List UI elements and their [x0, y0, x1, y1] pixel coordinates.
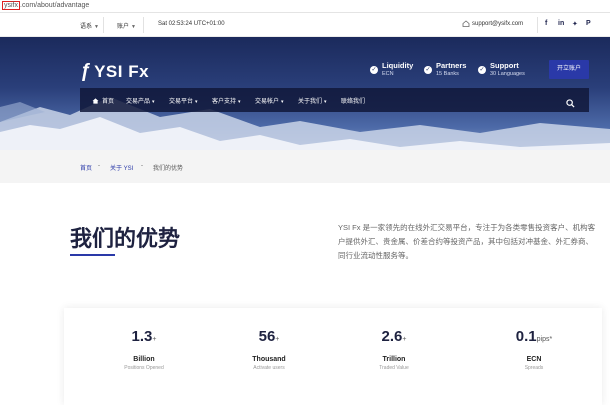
stat-value: 2.6 — [381, 328, 403, 345]
language-label: 语系 — [80, 24, 93, 30]
chevron-down-icon: ▼ — [131, 24, 136, 30]
nav-label: 交易平台 — [169, 99, 194, 105]
stat-suffix: + — [152, 336, 157, 343]
stat-suffix: + — [275, 336, 280, 343]
chevron-down-icon: ▾ — [195, 99, 198, 105]
breadcrumb-home[interactable]: 首页 — [80, 163, 92, 172]
nav-label: 客户支持 — [212, 99, 237, 105]
logo-mark-icon: ƒ — [80, 61, 92, 82]
stat-value: 56 — [258, 328, 276, 345]
stat-desc: Spreads — [524, 365, 544, 371]
stat-label: Thousand — [252, 356, 286, 363]
intro-paragraph: YSI Fx 是一家领先的在线外汇交易平台，专注于为各类零售投资客户、机构客户提… — [338, 223, 596, 260]
main-nav: 首页 交易产品 ▾ 交易平台 ▾ 客户支持 ▾ 交易帐户 ▾ 关于我们 ▾ 联络我们 — [80, 88, 589, 112]
twitter-icon[interactable]: ✦ — [572, 20, 578, 28]
chevron-down-icon: ▾ — [324, 99, 327, 105]
breadcrumb-current: 我们的优势 — [153, 166, 184, 172]
home-icon — [462, 20, 470, 27]
home-icon — [92, 98, 99, 104]
top-utility-bar: 语系 ▼ 账户 ▼ Sat 02:53:24 UTC+01:00 support@y… — [0, 13, 610, 37]
breadcrumb-separator: - — [141, 163, 143, 169]
divider — [103, 17, 104, 33]
feature-subtitle: 30 Languages — [490, 71, 525, 77]
chevron-down-icon: ▾ — [281, 99, 284, 105]
breadcrumb-parent[interactable]: 关于 YSI — [110, 163, 133, 172]
stat-value: 1.3 — [131, 328, 153, 345]
open-account-button[interactable]: 开立账户 — [549, 60, 589, 79]
pinterest-icon[interactable]: P — [586, 20, 591, 27]
divider — [537, 17, 538, 33]
divider — [143, 17, 144, 33]
chevron-down-icon: ▼ — [94, 24, 99, 30]
feature-title: Support — [490, 61, 519, 70]
stats-card: 1.3+ Billion Positions Opened 56+ Thousa… — [64, 308, 602, 405]
stat-label: ECN — [526, 356, 542, 363]
linkedin-icon[interactable]: in — [558, 20, 564, 27]
breadcrumb-separator: - — [98, 163, 100, 169]
stat-positions: 1.3+ Billion Positions Opened — [84, 328, 204, 371]
page-title: 我们的优势 — [70, 227, 181, 252]
email-text: support@ysifx.com — [472, 21, 524, 28]
feature-title: Partners — [436, 61, 467, 70]
chevron-down-icon: ▾ — [152, 99, 155, 105]
account-label: 账户 — [117, 24, 130, 30]
nav-label: 首页 — [102, 99, 115, 105]
chevron-down-icon: ▾ — [238, 99, 241, 105]
feature-subtitle: ECN — [382, 71, 394, 77]
title-underline — [70, 254, 115, 256]
nav-item-trading-products[interactable]: 交易产品 ▾ — [126, 96, 155, 105]
breadcrumb: 首页 - 关于 YSI - 我们的优势 — [0, 150, 610, 183]
url-highlight: ysifx — [2, 1, 20, 10]
logo-text: YSI Fx — [94, 62, 150, 81]
stat-label: Billion — [133, 356, 155, 363]
nav-label: 关于我们 — [298, 99, 323, 105]
stat-suffix: + — [402, 336, 407, 343]
nav-item-home[interactable]: 首页 — [92, 96, 114, 105]
stat-suffix: pips* — [536, 336, 553, 343]
account-selector[interactable]: 账户 ▼ — [117, 21, 136, 30]
stat-desc: Positions Opened — [124, 365, 164, 371]
stat-desc: Activate users — [253, 365, 285, 371]
server-time: Sat 02:53:24 UTC+01:00 — [158, 21, 225, 27]
check-circle-icon: ✓ — [424, 66, 432, 74]
nav-label: 联络我们 — [341, 99, 366, 105]
nav-item-about-us[interactable]: 关于我们 ▾ — [298, 96, 327, 105]
nav-item-trading-platform[interactable]: 交易平台 ▾ — [169, 96, 198, 105]
nav-item-contact-us[interactable]: 联络我们 — [341, 96, 365, 105]
feature-subtitle: 15 Banks — [436, 71, 459, 77]
site-logo[interactable]: ƒ YSI Fx — [80, 61, 149, 83]
hero-header: ƒ YSI Fx ✓ Liquidity ECN ✓ Partners 15 Ba… — [0, 37, 610, 150]
stat-traded-value: 2.6+ Trillion Traded Value — [334, 328, 454, 371]
facebook-icon[interactable]: f — [545, 20, 547, 27]
nav-label: 交易产品 — [126, 99, 151, 105]
stat-spreads: 0.1pips* ECN Spreads — [474, 328, 594, 371]
email-link[interactable]: support@ysifx.com — [462, 20, 523, 27]
stat-users: 56+ Thousand Activate users — [209, 328, 329, 371]
nav-item-trading-accounts[interactable]: 交易帐户 ▾ — [255, 96, 284, 105]
stat-value: 0.1 — [515, 328, 537, 345]
search-icon[interactable] — [566, 95, 575, 113]
stat-label: Trillion — [382, 356, 406, 363]
language-selector[interactable]: 语系 ▼ — [80, 21, 99, 30]
url-path: .com/about/advantage — [20, 2, 90, 9]
nav-label: 交易帐户 — [255, 99, 280, 105]
check-circle-icon: ✓ — [478, 66, 486, 74]
nav-item-customer-support[interactable]: 客户支持 ▾ — [212, 96, 241, 105]
check-circle-icon: ✓ — [370, 66, 378, 74]
stat-desc: Traded Value — [379, 365, 409, 371]
browser-url-bar[interactable]: ysifx .com/about/advantage — [0, 0, 610, 13]
feature-title: Liquidity — [382, 61, 414, 70]
